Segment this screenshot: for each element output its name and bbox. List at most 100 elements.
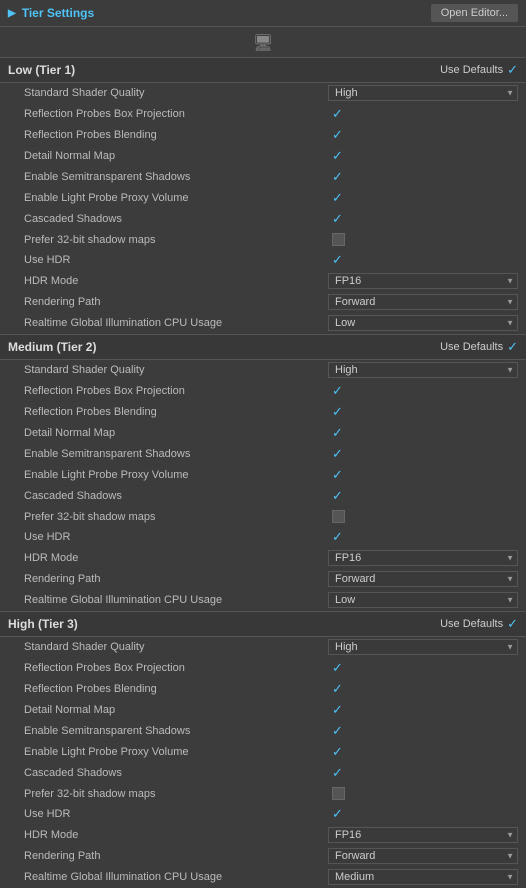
- row-label-tier3-1: Reflection Probes Box Projection: [24, 662, 323, 674]
- tier-header-tier2: Medium (Tier 2) Use Defaults✓: [0, 334, 526, 360]
- checkbox-area-tier2-8: ✓: [328, 529, 518, 545]
- tier-header-tier3: High (Tier 3)Use Defaults✓: [0, 611, 526, 637]
- row-value-tier2-4: ✓: [323, 446, 518, 462]
- checkbox-tier1-4[interactable]: ✓: [332, 169, 343, 185]
- dropdown-wrap-tier1-0: HighLowMedium: [328, 85, 518, 101]
- row-value-tier3-10: ForwardDeferred: [323, 848, 518, 864]
- row-tier3-1: Reflection Probes Box Projection ✓: [0, 658, 526, 679]
- row-label-tier2-4: Enable Semitransparent Shadows: [24, 448, 323, 460]
- dropdown-tier1-10[interactable]: ForwardDeferred: [328, 294, 518, 310]
- row-value-tier3-8: ✓: [323, 806, 518, 822]
- tier-title-tier2: Medium (Tier 2): [8, 340, 96, 354]
- row-value-tier2-6: ✓: [323, 488, 518, 504]
- checkbox-area-tier1-8: ✓: [328, 252, 518, 268]
- checkbox-tier2-2[interactable]: ✓: [332, 404, 343, 420]
- use-defaults-tier1: Use Defaults ✓: [440, 62, 518, 78]
- row-label-tier3-6: Cascaded Shadows: [24, 767, 323, 779]
- row-value-tier2-8: ✓: [323, 529, 518, 545]
- row-value-tier1-5: ✓: [323, 190, 518, 206]
- use-defaults-label-tier3: Use Defaults: [440, 618, 503, 630]
- dropdown-tier2-0[interactable]: HighLowMedium: [328, 362, 518, 378]
- dropdown-wrap-tier3-10: ForwardDeferred: [328, 848, 518, 864]
- row-label-tier3-11: Realtime Global Illumination CPU Usage: [24, 871, 323, 883]
- checkbox-area-tier2-2: ✓: [328, 404, 518, 420]
- checkbox-tier1-3[interactable]: ✓: [332, 148, 343, 164]
- monitor-icon-area: 🖥: [0, 27, 526, 57]
- row-value-tier1-10: ForwardDeferred: [323, 294, 518, 310]
- dropdown-tier3-0[interactable]: HighLowMedium: [328, 639, 518, 655]
- row-tier2-1: Reflection Probes Box Projection✓: [0, 381, 526, 402]
- use-defaults-check-tier3[interactable]: ✓: [507, 616, 518, 632]
- checkbox-tier1-7[interactable]: [332, 233, 345, 246]
- row-label-tier3-3: Detail Normal Map: [24, 704, 323, 716]
- dropdown-wrap-tier2-10: ForwardDeferred: [328, 571, 518, 587]
- checkbox-tier3-1[interactable]: ✓: [332, 660, 343, 676]
- checkbox-area-tier3-2: ✓: [328, 681, 518, 697]
- dropdown-tier1-0[interactable]: HighLowMedium: [328, 85, 518, 101]
- tier-section-tier2: Medium (Tier 2)Use Defaults✓Standard Sha…: [0, 334, 526, 611]
- checkbox-tier3-5[interactable]: ✓: [332, 744, 343, 760]
- row-value-tier3-5: ✓: [323, 744, 518, 760]
- row-label-tier2-3: Detail Normal Map: [24, 427, 323, 439]
- dropdown-tier1-9[interactable]: FP16R11G11B10: [328, 273, 518, 289]
- row-value-tier3-11: MediumLowHighUnlimited: [323, 869, 518, 885]
- checkbox-tier3-3[interactable]: ✓: [332, 702, 343, 718]
- checkbox-tier3-8[interactable]: ✓: [332, 806, 343, 822]
- triangle-icon: ▶: [8, 8, 16, 19]
- row-tier3-8: Use HDR✓: [0, 804, 526, 825]
- checkbox-tier1-1[interactable]: ✓: [332, 106, 343, 122]
- checkbox-tier2-6[interactable]: ✓: [332, 488, 343, 504]
- checkbox-tier2-7[interactable]: [332, 510, 345, 523]
- dropdown-tier2-9[interactable]: FP16R11G11B10: [328, 550, 518, 566]
- row-tier1-0: Standard Shader QualityHighLowMedium: [0, 83, 526, 104]
- dropdown-wrap-tier1-10: ForwardDeferred: [328, 294, 518, 310]
- dropdown-tier3-10[interactable]: ForwardDeferred: [328, 848, 518, 864]
- checkbox-tier2-4[interactable]: ✓: [332, 446, 343, 462]
- checkbox-tier1-8[interactable]: ✓: [332, 252, 343, 268]
- checkbox-tier1-5[interactable]: ✓: [332, 190, 343, 206]
- dropdown-tier2-11[interactable]: LowMediumHighUnlimited: [328, 592, 518, 608]
- checkbox-tier3-4[interactable]: ✓: [332, 723, 343, 739]
- tier-section-tier1: Low (Tier 1)Use Defaults✓Standard Shader…: [0, 57, 526, 334]
- row-label-tier2-11: Realtime Global Illumination CPU Usage: [24, 594, 323, 606]
- row-tier2-6: Cascaded Shadows✓: [0, 486, 526, 507]
- checkbox-tier2-3[interactable]: ✓: [332, 425, 343, 441]
- row-label-tier2-7: Prefer 32-bit shadow maps: [24, 511, 323, 523]
- use-defaults-check-tier2[interactable]: ✓: [507, 339, 518, 355]
- row-value-tier2-11: LowMediumHighUnlimited: [323, 592, 518, 608]
- checkbox-area-tier1-6: ✓: [328, 211, 518, 227]
- use-defaults-tier2: Use Defaults✓: [440, 339, 518, 355]
- row-value-tier1-4: ✓: [323, 169, 518, 185]
- checkbox-tier3-2[interactable]: ✓: [332, 681, 343, 697]
- use-defaults-check-tier1[interactable]: ✓: [507, 62, 518, 78]
- checkbox-tier1-6[interactable]: ✓: [332, 211, 343, 227]
- dropdown-wrap-tier2-11: LowMediumHighUnlimited: [328, 592, 518, 608]
- checkbox-area-tier1-7: [328, 233, 518, 246]
- row-tier3-2: Reflection Probes Blending ✓: [0, 679, 526, 700]
- row-label-tier2-8: Use HDR: [24, 531, 323, 543]
- row-value-tier3-6: ✓: [323, 765, 518, 781]
- open-editor-button[interactable]: Open Editor...: [431, 4, 518, 22]
- checkbox-tier3-7[interactable]: [332, 787, 345, 800]
- checkbox-area-tier2-5: ✓: [328, 467, 518, 483]
- dropdown-tier3-11[interactable]: MediumLowHighUnlimited: [328, 869, 518, 885]
- dropdown-tier1-11[interactable]: LowMediumHighUnlimited: [328, 315, 518, 331]
- checkbox-tier2-8[interactable]: ✓: [332, 529, 343, 545]
- row-tier2-10: Rendering PathForwardDeferred: [0, 569, 526, 590]
- dropdown-tier3-9[interactable]: FP16R11G11B10: [328, 827, 518, 843]
- checkbox-tier2-5[interactable]: ✓: [332, 467, 343, 483]
- checkbox-area-tier2-7: [328, 510, 518, 523]
- header: ▶ Tier Settings Open Editor...: [0, 0, 526, 27]
- checkbox-area-tier3-3: ✓: [328, 702, 518, 718]
- checkbox-tier3-6[interactable]: ✓: [332, 765, 343, 781]
- use-defaults-label-tier1: Use Defaults: [440, 64, 503, 76]
- row-value-tier3-3: ✓: [323, 702, 518, 718]
- dropdown-tier2-10[interactable]: ForwardDeferred: [328, 571, 518, 587]
- checkbox-tier2-1[interactable]: ✓: [332, 383, 343, 399]
- row-label-tier1-7: Prefer 32-bit shadow maps: [24, 234, 323, 246]
- row-value-tier1-6: ✓: [323, 211, 518, 227]
- row-tier2-7: Prefer 32-bit shadow maps: [0, 507, 526, 527]
- row-tier2-3: Detail Normal Map ✓: [0, 423, 526, 444]
- checkbox-tier1-2[interactable]: ✓: [332, 127, 343, 143]
- row-label-tier3-2: Reflection Probes Blending: [24, 683, 323, 695]
